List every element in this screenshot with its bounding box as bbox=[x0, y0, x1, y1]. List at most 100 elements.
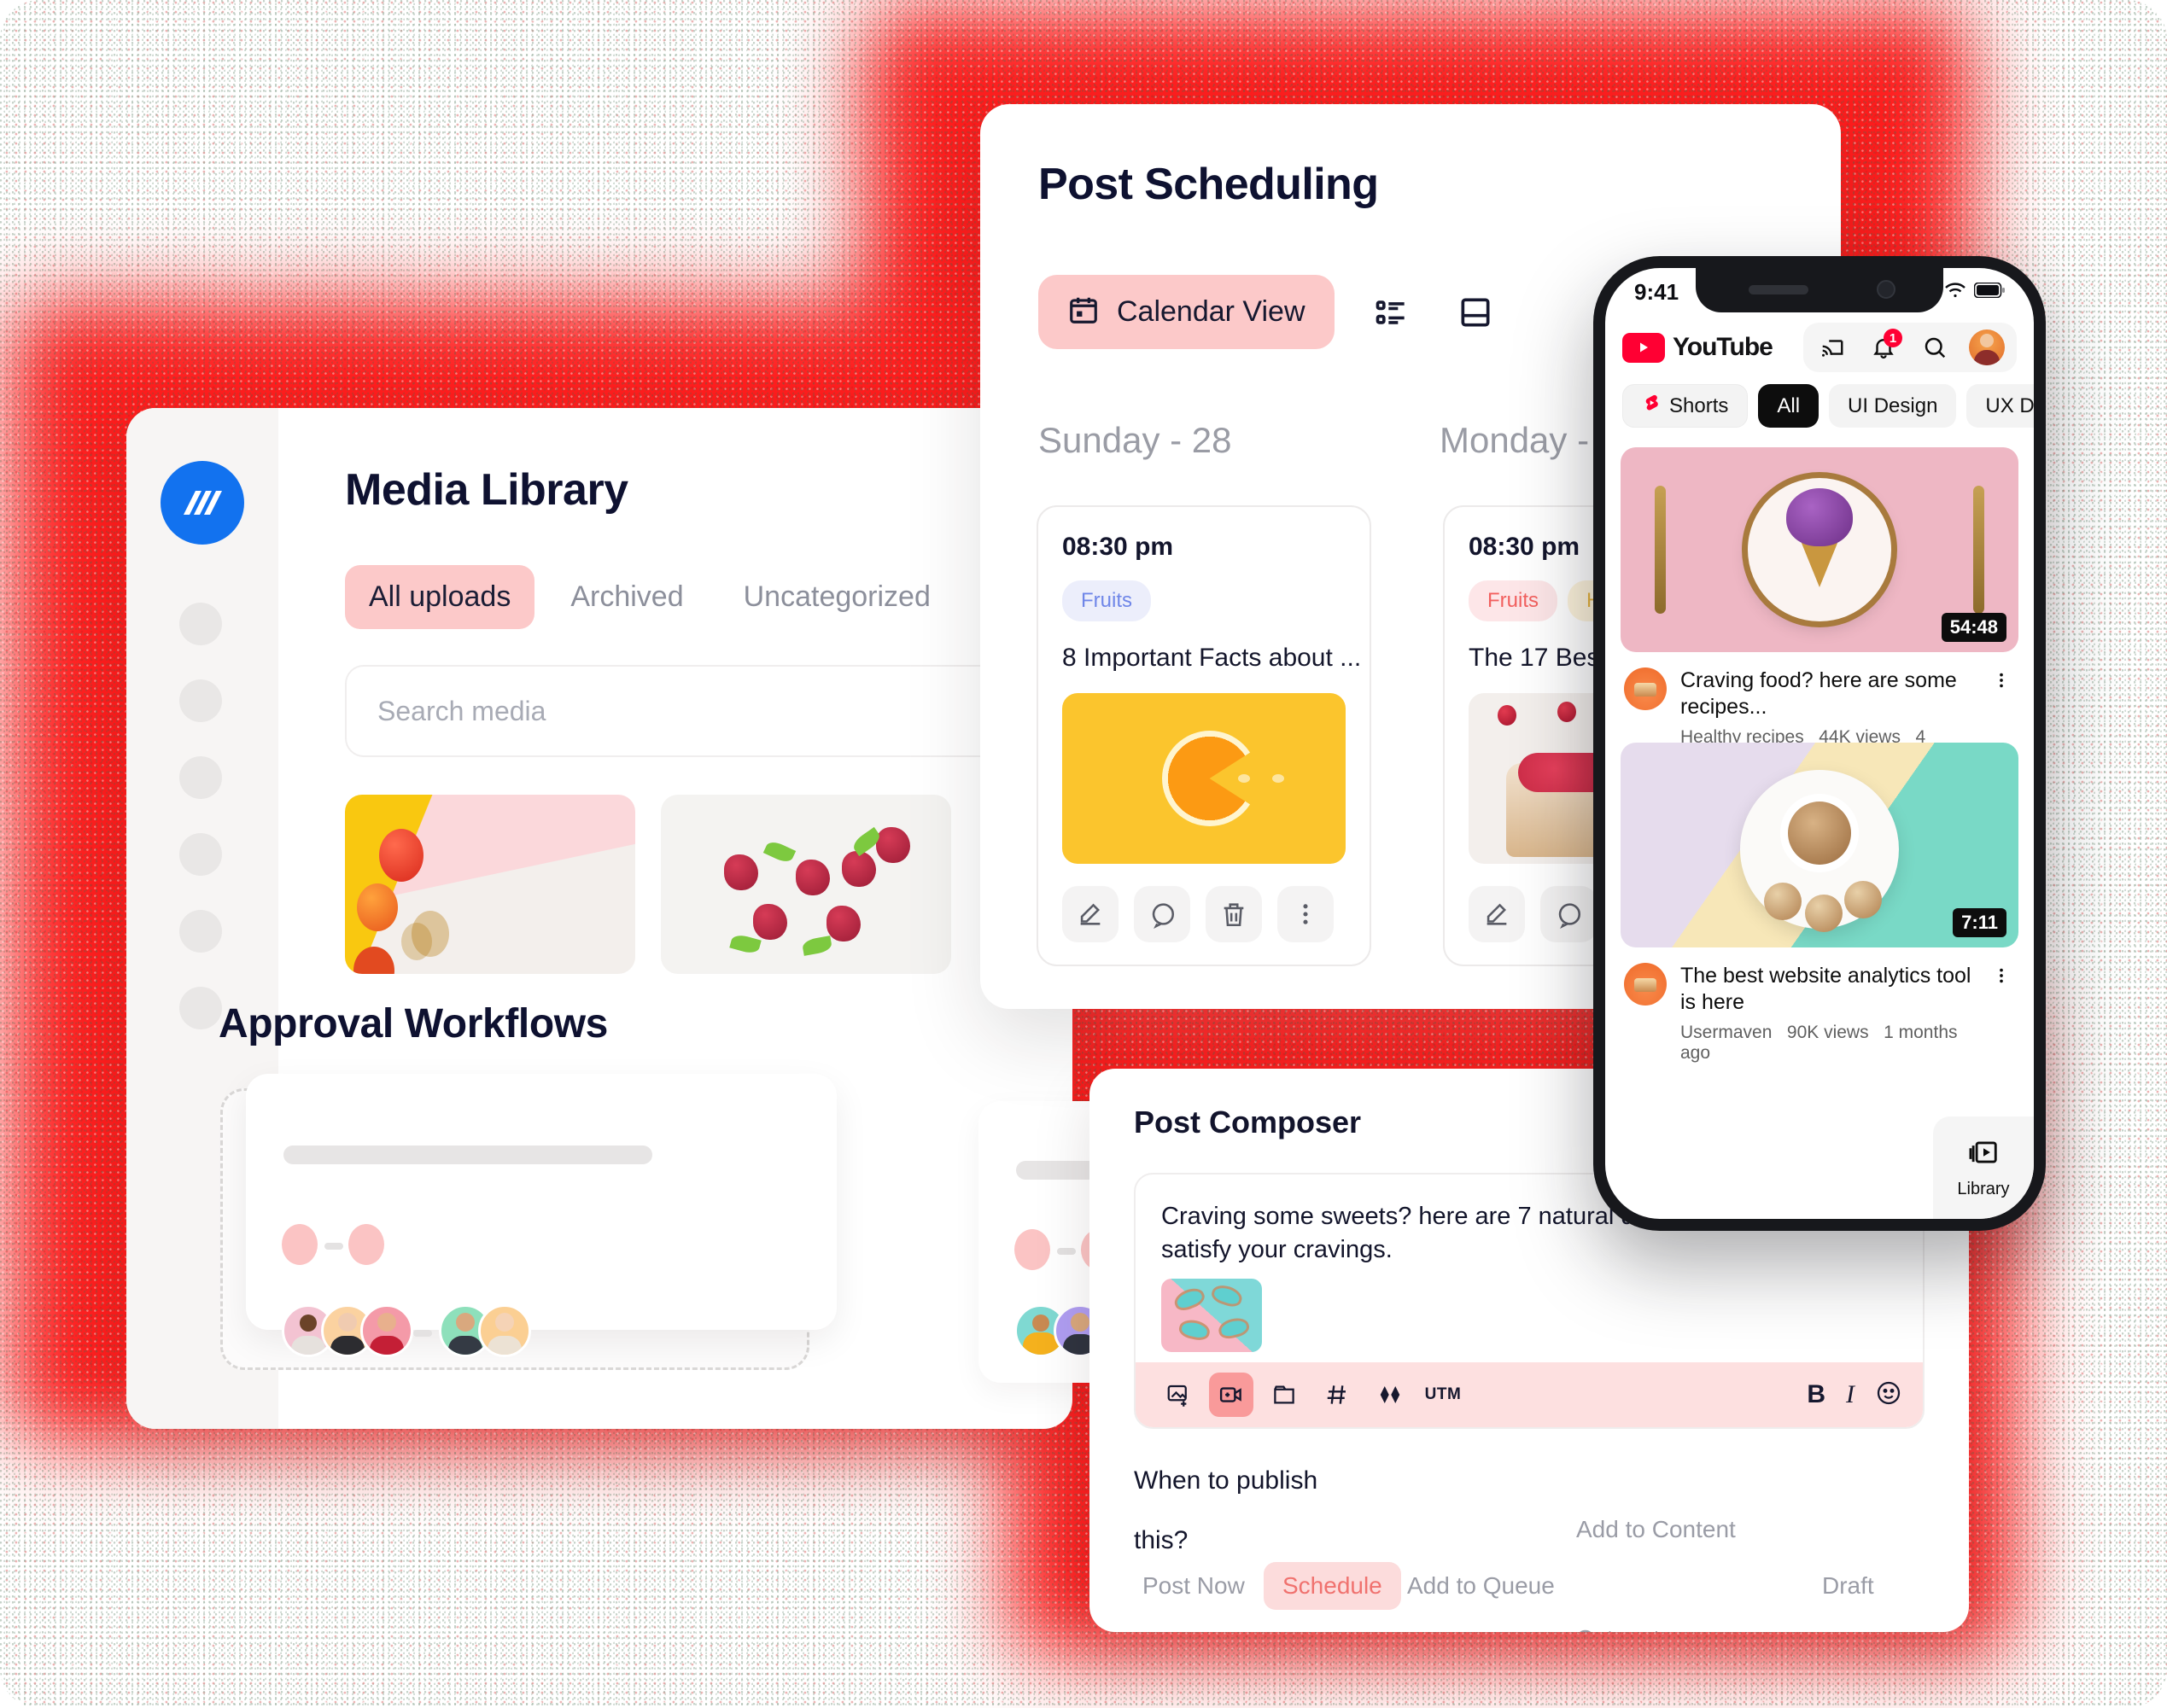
channel-avatar[interactable] bbox=[1624, 667, 1667, 710]
avatar[interactable] bbox=[360, 1304, 413, 1357]
view-switcher: Calendar View bbox=[1038, 275, 1502, 349]
library-icon bbox=[1967, 1136, 2000, 1173]
video-item[interactable]: 7:11 The best website analytics tool is … bbox=[1605, 743, 2034, 1064]
search-input-placeholder: Search media bbox=[377, 695, 546, 726]
scoop-shape bbox=[1786, 487, 1853, 546]
chip-ui-design[interactable]: UI Design bbox=[1829, 384, 1957, 428]
trash-icon[interactable] bbox=[1206, 886, 1262, 942]
calendar-icon bbox=[1067, 294, 1100, 330]
publish-option-category[interactable]: Categoty bbox=[1576, 1625, 1672, 1632]
media-thumbnail-fruits[interactable] bbox=[345, 795, 635, 974]
sidebar-item-2[interactable] bbox=[179, 679, 222, 722]
composer-attachment-thumbnail[interactable] bbox=[1161, 1279, 1262, 1352]
chip-all[interactable]: All bbox=[1758, 384, 1819, 428]
gif-diamond-icon[interactable] bbox=[1368, 1373, 1412, 1417]
workflow-step-connector bbox=[1057, 1248, 1076, 1255]
youtube-header: YouTube 1 bbox=[1605, 316, 2034, 379]
calendar-view-button[interactable]: Calendar View bbox=[1038, 275, 1335, 349]
chip-shorts[interactable]: Shorts bbox=[1622, 384, 1749, 428]
more-vertical-icon[interactable] bbox=[1988, 963, 2015, 1064]
sidebar-item-5[interactable] bbox=[179, 910, 222, 953]
media-thumbnail-raspberries[interactable] bbox=[661, 795, 951, 974]
edit-pencil-icon[interactable] bbox=[1469, 886, 1525, 942]
split-view-icon[interactable] bbox=[1449, 286, 1502, 339]
comment-icon[interactable] bbox=[1540, 886, 1597, 942]
workflow-step-pill-1 bbox=[1014, 1229, 1050, 1270]
publish-option-draft[interactable]: Draft bbox=[1822, 1572, 1874, 1600]
phone-notch bbox=[1696, 268, 1943, 312]
phone-screen: 9:41 YouTube 1 Shorts All UI Design UX D… bbox=[1605, 268, 2034, 1219]
comment-icon[interactable] bbox=[1134, 886, 1190, 942]
when-to-publish-label: When to publish bbox=[1134, 1466, 1318, 1495]
day-header-sunday: Sunday - 28 bbox=[1038, 420, 1232, 460]
workflow-card-primary[interactable] bbox=[246, 1074, 837, 1357]
list-view-icon[interactable] bbox=[1365, 286, 1418, 339]
post-card[interactable]: 08:30 pm Fruits 8 Important Facts about … bbox=[1037, 505, 1371, 966]
dessert-ball-3 bbox=[1844, 881, 1882, 918]
workflow-step-pill-1 bbox=[282, 1224, 318, 1265]
edit-pencil-icon[interactable] bbox=[1062, 886, 1119, 942]
sidebar-item-3[interactable] bbox=[179, 756, 222, 799]
post-title: 8 Important Facts about ... bbox=[1062, 644, 1362, 672]
add-image-icon[interactable] bbox=[1156, 1373, 1200, 1417]
screenshot-stage: Media Library All uploads Archived Uncat… bbox=[0, 0, 2167, 1708]
sidebar-item-1[interactable] bbox=[179, 603, 222, 645]
video-duration: 7:11 bbox=[1953, 908, 2006, 937]
avatar-head bbox=[1980, 333, 1994, 347]
orange-dot-2 bbox=[1271, 774, 1284, 783]
nav-item-library[interactable]: Library bbox=[1933, 1116, 2034, 1219]
publish-option-add-to-content[interactable]: Add to Content bbox=[1576, 1516, 1736, 1543]
cast-icon[interactable] bbox=[1815, 330, 1849, 364]
search-icon[interactable] bbox=[1918, 330, 1952, 364]
speaker-grille bbox=[1749, 285, 1808, 294]
composer-toolbar-left: UTM bbox=[1156, 1373, 1465, 1417]
cake-icon bbox=[1634, 683, 1656, 697]
brand-slashes-logo-icon[interactable] bbox=[161, 461, 244, 545]
video-thumbnail[interactable]: 54:48 bbox=[1621, 447, 2018, 652]
add-video-icon[interactable] bbox=[1209, 1373, 1253, 1417]
brand-slashes-svg bbox=[184, 491, 222, 515]
video-thumbnail[interactable]: 7:11 bbox=[1621, 743, 2018, 947]
tab-uncategorized[interactable]: Uncategorized bbox=[720, 565, 955, 629]
youtube-logo[interactable]: YouTube bbox=[1622, 332, 1773, 363]
folder-icon[interactable] bbox=[1262, 1373, 1306, 1417]
phone-mockup: 9:41 YouTube 1 Shorts All UI Design UX D… bbox=[1593, 256, 2046, 1231]
bell-icon[interactable]: 1 bbox=[1866, 329, 1902, 364]
more-vertical-icon[interactable] bbox=[1277, 886, 1334, 942]
avatar[interactable] bbox=[478, 1304, 531, 1357]
sidebar-item-6[interactable] bbox=[179, 987, 222, 1029]
sidebar-item-4[interactable] bbox=[179, 833, 222, 876]
avatar[interactable] bbox=[1969, 329, 2005, 365]
calendar-view-label: Calendar View bbox=[1117, 295, 1305, 328]
publish-option-schedule[interactable]: Schedule bbox=[1264, 1562, 1401, 1610]
orange-dot-1 bbox=[1237, 774, 1250, 783]
page-title: Post Scheduling bbox=[1038, 160, 1379, 209]
fork-icon bbox=[1655, 486, 1666, 614]
tab-all-uploads[interactable]: All uploads bbox=[345, 565, 535, 629]
emoji-smiley-icon[interactable] bbox=[1875, 1379, 1902, 1411]
status-badge[interactable]: Fruits bbox=[1062, 580, 1151, 621]
video-duration: 54:48 bbox=[1941, 613, 2006, 642]
status-badge[interactable]: Fruits bbox=[1469, 580, 1557, 621]
video-item[interactable]: 54:48 Craving food? here are some recipe… bbox=[1605, 447, 2034, 768]
italic-icon[interactable]: I bbox=[1846, 1380, 1855, 1409]
bold-icon[interactable]: B bbox=[1807, 1380, 1825, 1409]
utm-label: UTM bbox=[1424, 1385, 1462, 1403]
publish-option-post-now[interactable]: Post Now bbox=[1142, 1572, 1245, 1600]
youtube-wordmark: YouTube bbox=[1673, 333, 1773, 361]
search-media-input[interactable]: Search media bbox=[345, 665, 1072, 757]
hashtag-icon[interactable] bbox=[1315, 1373, 1359, 1417]
media-library-tabs: All uploads Archived Uncategorized bbox=[345, 565, 1072, 629]
workflow-step-connector bbox=[324, 1243, 343, 1250]
post-tags: Fruits bbox=[1062, 580, 1346, 621]
video-meta: The best website analytics tool is here … bbox=[1605, 947, 2034, 1064]
video-title: The best website analytics tool is here bbox=[1680, 964, 1971, 1015]
publish-option-add-to-queue[interactable]: Add to Queue bbox=[1407, 1572, 1555, 1600]
youtube-category-chips: Shorts All UI Design UX Design bbox=[1605, 384, 2034, 428]
this-label: this? bbox=[1134, 1526, 1189, 1554]
channel-avatar[interactable] bbox=[1624, 963, 1667, 1006]
tab-archived[interactable]: Archived bbox=[546, 565, 707, 629]
youtube-header-actions: 1 bbox=[1803, 323, 2017, 372]
utm-text-icon[interactable]: UTM bbox=[1421, 1373, 1465, 1417]
chip-ux-design[interactable]: UX Design bbox=[1966, 384, 2034, 428]
